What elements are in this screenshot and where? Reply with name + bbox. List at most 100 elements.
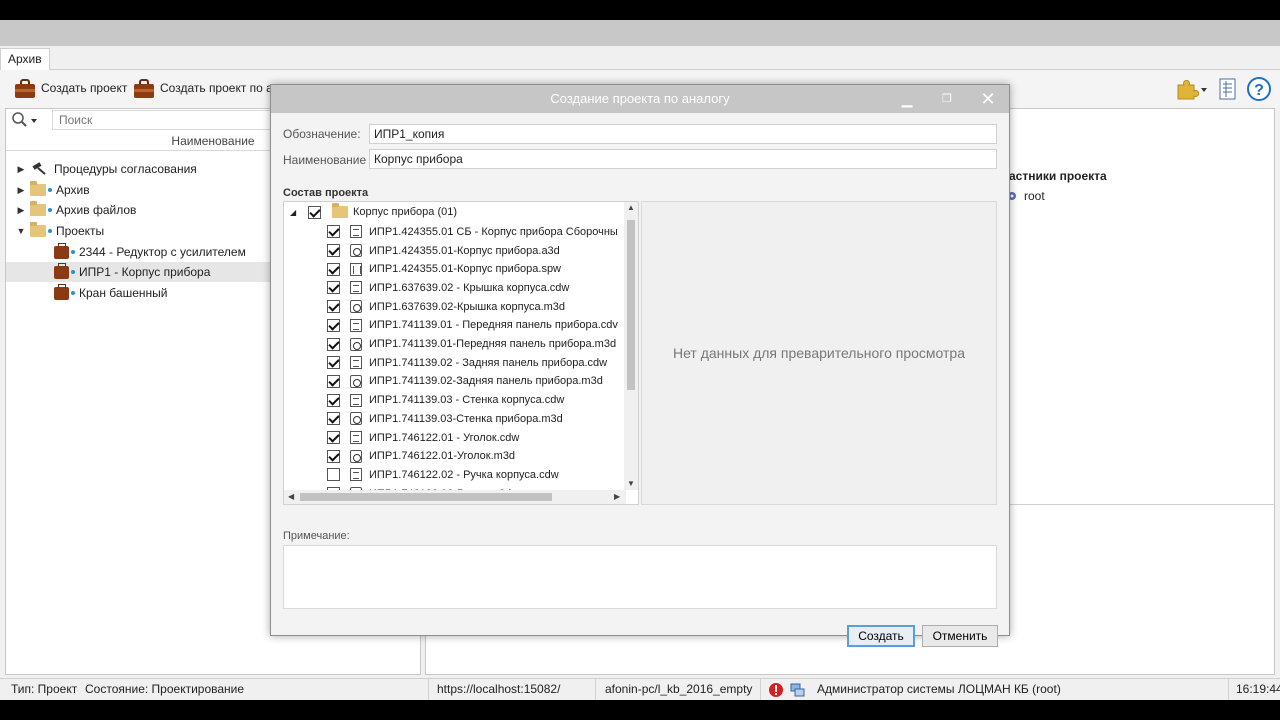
file-checkbox[interactable] (327, 468, 340, 482)
drawing-file-icon (350, 393, 362, 407)
ribbon-tab-row: Архив (0, 46, 1280, 70)
app-window: Архив Создать проект Создать проект по а… (0, 20, 1280, 700)
participant-item[interactable]: root (1006, 189, 1045, 203)
drawing-file-icon (350, 468, 362, 482)
puzzle-icon[interactable] (1174, 77, 1208, 101)
horizontal-scroll-thumb[interactable] (300, 493, 552, 501)
note-textarea[interactable] (283, 545, 997, 609)
expand-arrow-icon[interactable]: ▶ (16, 205, 26, 216)
status-separator (1228, 679, 1229, 700)
model-file-icon (350, 449, 362, 463)
scroll-down-icon[interactable]: ▼ (627, 479, 635, 488)
horizontal-scrollbar[interactable]: ◀ ▶ (284, 490, 626, 504)
tree-root-item[interactable]: ◢ Корпус прибора (01) (290, 203, 457, 222)
error-icon[interactable] (768, 682, 784, 698)
collapse-arrow-icon[interactable]: ▼ (16, 226, 26, 236)
status-database: afonin-pc/l_kb_2016_empty (605, 682, 753, 696)
file-checkbox[interactable] (327, 393, 340, 407)
file-row[interactable]: ИПР1.424355.01-Корпус прибора.spw (327, 260, 561, 279)
status-dot-icon (71, 291, 75, 295)
scroll-up-icon[interactable]: ▲ (627, 203, 635, 212)
status-type: Тип: Проект (11, 682, 78, 696)
cancel-button[interactable]: Отменить (922, 625, 998, 647)
file-checkbox[interactable] (327, 225, 340, 239)
vertical-scrollbar[interactable]: ▲ ▼ (624, 202, 638, 490)
file-checkbox[interactable] (327, 318, 340, 332)
root-checkbox[interactable] (308, 205, 321, 219)
file-name: ИПР1.741139.02 - Задняя панель прибора.c… (369, 356, 608, 369)
model-file-icon (350, 337, 362, 351)
network-icon[interactable] (789, 682, 805, 698)
tree-item-label: Архив файлов (56, 203, 137, 217)
file-row[interactable]: ИПР1.741139.02-Задняя панель прибора.m3d (327, 372, 603, 391)
create-project-button[interactable]: Создать проект (14, 78, 127, 98)
stamp-icon (32, 162, 46, 175)
file-checkbox[interactable] (327, 262, 340, 276)
help-icon[interactable]: ? (1246, 76, 1272, 102)
file-checkbox[interactable] (327, 449, 340, 463)
scroll-left-icon[interactable]: ◀ (288, 492, 294, 501)
report-icon[interactable] (1216, 77, 1240, 101)
toolbar-right-icons: ? (1174, 76, 1272, 102)
file-checkbox[interactable] (327, 300, 340, 314)
create-by-analog-button[interactable]: Создать проект по ан (133, 78, 279, 98)
file-row[interactable]: ИПР1.746122.01-Уголок.m3d (327, 447, 515, 466)
file-row[interactable]: ИПР1.746122.01 - Уголок.cdw (327, 428, 519, 447)
file-row[interactable]: ИПР1.741139.01-Передняя панель прибора.m… (327, 335, 616, 354)
file-row[interactable]: ИПР1.637639.02-Крышка корпуса.m3d (327, 297, 565, 316)
expand-arrow-icon[interactable]: ▶ (16, 185, 26, 196)
tab-archive[interactable]: Архив (0, 48, 50, 70)
note-label: Примечание: (283, 530, 350, 542)
file-name: ИПР1.741139.01-Передняя панель прибора.m… (369, 338, 617, 351)
name-input[interactable]: Корпус прибора (369, 149, 997, 169)
drawing-file-icon (350, 356, 362, 370)
file-row[interactable]: ИПР1.741139.01 - Передняя панель прибора… (327, 316, 618, 335)
minimize-icon: ▁ (901, 91, 913, 107)
status-dot-icon (71, 250, 75, 254)
file-row[interactable]: ИПР1.741139.02 - Задняя панель прибора.c… (327, 353, 607, 372)
file-checkbox[interactable] (327, 374, 340, 388)
file-row[interactable]: ИПР1.741139.03 - Стенка корпуса.cdw (327, 391, 564, 410)
file-name: ИПР1.424355.01 СБ - Корпус прибора Сборо… (369, 225, 618, 238)
folder-icon (30, 181, 46, 196)
drawing-file-icon (350, 431, 362, 445)
briefcase-icon (54, 283, 69, 300)
search-icon[interactable] (10, 110, 40, 130)
collapse-arrow-icon[interactable]: ◢ (290, 208, 304, 217)
file-checkbox[interactable] (327, 412, 340, 426)
model-file-icon (350, 244, 362, 258)
vertical-scroll-thumb[interactable] (627, 220, 635, 390)
create-by-analog-label: Создать проект по ан (160, 81, 280, 95)
status-dot-icon (71, 270, 75, 274)
create-by-analog-dialog: Создание проекта по аналогу ▁ ❐ ✕ Обозна… (270, 84, 1010, 647)
tree-item-label: 2344 - Редуктор с усилителем (79, 245, 246, 259)
file-row[interactable]: ИПР1.424355.01-Корпус прибора.a3d (327, 241, 560, 260)
search-input[interactable] (52, 110, 282, 130)
maximize-button[interactable]: ❐ (927, 85, 967, 113)
minimize-button[interactable]: ▁ (887, 85, 927, 113)
designation-input[interactable]: ИПР1_копия (369, 124, 997, 144)
dialog-title: Создание проекта по аналогу (550, 91, 730, 106)
file-row[interactable]: ИПР1.424355.01 СБ - Корпус прибора Сборо… (327, 223, 618, 242)
file-row[interactable]: ИПР1.637639.02 - Крышка корпуса.cdw (327, 279, 569, 298)
file-row[interactable]: ИПР1.746122.02 - Ручка корпуса.cdw (327, 466, 559, 485)
file-name: ИПР1.424355.01-Корпус прибора.a3d (369, 244, 560, 257)
folder-icon (332, 203, 348, 219)
file-name: ИПР1.424355.01-Корпус прибора.spw (369, 263, 562, 276)
file-name: ИПР1.741139.01 - Передняя панель прибора… (369, 319, 618, 332)
status-time: 16:19:44 (1236, 682, 1280, 696)
close-button[interactable]: ✕ (968, 85, 1008, 113)
drawing-file-icon (350, 225, 362, 239)
scroll-right-icon[interactable]: ▶ (614, 492, 620, 501)
file-checkbox[interactable] (327, 337, 340, 351)
file-checkbox[interactable] (327, 356, 340, 370)
status-separator (595, 679, 596, 700)
file-checkbox[interactable] (327, 431, 340, 445)
file-checkbox[interactable] (327, 244, 340, 258)
file-name: ИПР1.746122.01 - Уголок.cdw (369, 431, 520, 444)
file-row[interactable]: ИПР1.741139.03-Стенка прибора.m3d (327, 410, 563, 429)
create-button[interactable]: Создать (847, 625, 915, 647)
status-dot-icon (48, 208, 52, 212)
expand-arrow-icon[interactable]: ▶ (16, 164, 26, 175)
file-checkbox[interactable] (327, 281, 340, 295)
